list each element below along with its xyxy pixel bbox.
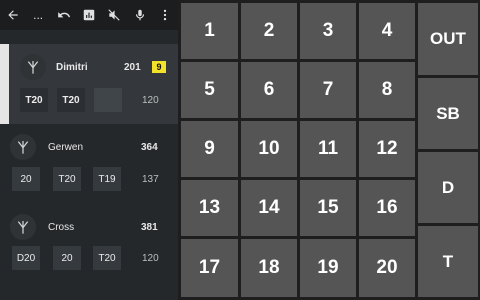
single-bull-button[interactable]: SB: [418, 78, 478, 149]
key-9[interactable]: 9: [181, 121, 238, 177]
turn-total: 137: [142, 174, 159, 185]
key-4[interactable]: 4: [359, 3, 415, 59]
key-13[interactable]: 13: [181, 180, 238, 236]
player-name: Dimitri: [56, 62, 88, 73]
throw-slot: T19: [93, 167, 121, 191]
mic-icon[interactable]: [131, 6, 149, 24]
key-7[interactable]: 7: [300, 62, 356, 118]
active-player-marker: [0, 44, 9, 124]
toolbar: ...: [0, 0, 178, 30]
player-row-active[interactable]: Dimitri 201 9 T20 T20 120: [0, 44, 178, 124]
key-2[interactable]: 2: [241, 3, 297, 59]
darts-count-badge: 9: [152, 61, 166, 73]
double-button[interactable]: D: [418, 152, 478, 223]
player-score: 201: [124, 62, 141, 73]
key-3[interactable]: 3: [300, 3, 356, 59]
players-panel: ... Dimitri 201 9 T20 T20 120 Gerwen 364…: [0, 0, 178, 300]
key-12[interactable]: 12: [359, 121, 415, 177]
turn-total: 120: [142, 253, 159, 264]
back-arrow-icon[interactable]: [4, 6, 22, 24]
player-row[interactable]: Gerwen 364 20 T20 T19 137: [0, 130, 178, 210]
player-score: 364: [141, 142, 158, 153]
more-vert-icon[interactable]: [156, 6, 174, 24]
key-5[interactable]: 5: [181, 62, 238, 118]
key-11[interactable]: 11: [300, 121, 356, 177]
out-button[interactable]: OUT: [418, 3, 478, 75]
throw-slot-empty: [94, 88, 122, 112]
mute-icon[interactable]: [105, 6, 123, 24]
key-6[interactable]: 6: [241, 62, 297, 118]
throw-slot: 20: [12, 167, 40, 191]
player-name: Cross: [48, 222, 75, 233]
key-19[interactable]: 19: [300, 239, 356, 297]
throw-slot: T20: [57, 88, 85, 112]
player-name: Gerwen: [48, 142, 84, 153]
key-14[interactable]: 14: [241, 180, 297, 236]
throw-slot: T20: [20, 88, 48, 112]
key-15[interactable]: 15: [300, 180, 356, 236]
turn-total: 120: [142, 95, 159, 106]
darts-avatar-icon: [10, 214, 36, 240]
key-10[interactable]: 10: [241, 121, 297, 177]
ellipsis-text: ...: [33, 8, 44, 22]
darts-avatar-icon: [10, 134, 36, 160]
throw-slot: T20: [93, 246, 121, 270]
darts-avatar-icon: [20, 54, 46, 80]
key-16[interactable]: 16: [359, 180, 415, 236]
throw-slot: T20: [53, 167, 81, 191]
key-1[interactable]: 1: [181, 3, 238, 59]
stats-icon[interactable]: [80, 6, 98, 24]
key-20[interactable]: 20: [359, 239, 415, 297]
undo-icon[interactable]: [55, 6, 73, 24]
throw-slot: 20: [53, 246, 81, 270]
player-score: 381: [141, 222, 158, 233]
key-17[interactable]: 17: [181, 239, 238, 297]
score-keypad: 1 2 3 4 5 6 7 8 9 10 11 12 13 14 15 16 1…: [181, 3, 478, 297]
throw-slot: D20: [12, 246, 40, 270]
more-horiz-icon[interactable]: ...: [29, 6, 47, 24]
key-18[interactable]: 18: [241, 239, 297, 297]
player-row[interactable]: Cross 381 D20 20 T20 120: [0, 212, 178, 292]
key-8[interactable]: 8: [359, 62, 415, 118]
treble-button[interactable]: T: [418, 226, 478, 297]
